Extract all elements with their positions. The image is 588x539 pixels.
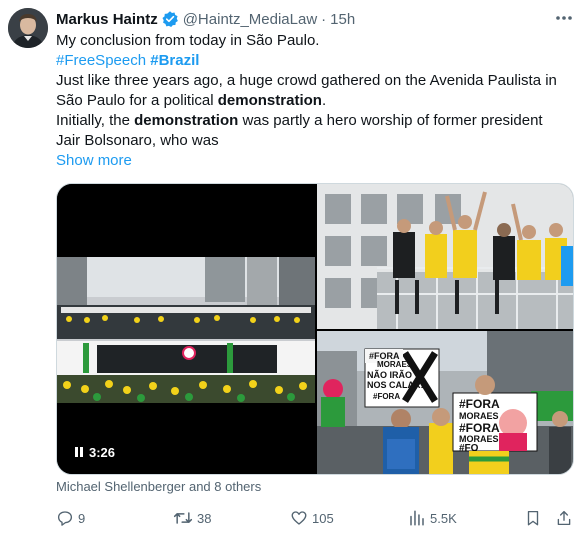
retweet-icon [173, 509, 193, 527]
hashtag-brazil[interactable]: #Brazil [150, 52, 199, 69]
views-button[interactable]: 5.5K [408, 507, 457, 529]
reply-button[interactable]: 9 [56, 507, 85, 529]
tweet-text: My conclusion from today in São Paulo. #… [56, 31, 576, 171]
timestamp[interactable]: 15h [330, 11, 355, 28]
media-grid: 3:26 #FORA MORAES NÃO IRÃO NOS CALAR! #F… [56, 183, 574, 475]
retweet-count: 38 [197, 510, 212, 526]
heart-icon [290, 509, 308, 527]
author-name[interactable]: Markus Haintz [56, 11, 158, 28]
separator-dot: · [321, 10, 327, 28]
like-count: 105 [312, 510, 334, 526]
sign-text: NÃO IRÃO [367, 370, 412, 380]
hashtag-line: #FreeSpeech #Brazil [56, 51, 576, 71]
duration-label: 3:26 [89, 444, 116, 460]
bold-keyword: demonstration [217, 92, 322, 109]
text-segment: . [321, 92, 327, 109]
sign-text: #FORA [459, 397, 500, 411]
photo-truck-stage[interactable] [317, 184, 573, 329]
views-count: 5.5K [430, 510, 457, 526]
tweet[interactable]: Markus Haintz @Haintz_MediaLaw · 15h My … [0, 0, 588, 539]
pause-icon[interactable] [75, 447, 83, 457]
retweet-button[interactable]: 38 [173, 507, 211, 529]
sign-text: #FORA [459, 421, 500, 435]
tagged-users[interactable]: Michael Shellenberger and 8 others [56, 478, 261, 496]
action-bar: 9 38 105 5.5K [56, 507, 578, 529]
text-line: São Paulo for a political demonstration. [56, 91, 576, 111]
text-line: Just like three years ago, a huge crowd … [56, 72, 557, 89]
sign-text: #FORA [373, 392, 400, 401]
more-horizontal-icon[interactable] [552, 8, 576, 28]
photo-protest-signs[interactable]: #FORA MORAES NÃO IRÃO NOS CALAR! #FORA #… [317, 331, 573, 474]
text-line: Jair Bolsonaro, who was [56, 132, 219, 149]
text-line: Initially, the demonstration was partly … [56, 111, 576, 131]
reply-icon [56, 509, 74, 527]
author-handle[interactable]: @Haintz_MediaLaw [183, 11, 317, 28]
text-segment: Initially, the [56, 112, 135, 129]
bookmark-button[interactable] [524, 507, 542, 529]
views-icon [408, 509, 426, 527]
like-button[interactable]: 105 [290, 507, 334, 529]
reply-count: 9 [78, 510, 86, 526]
text-line: My conclusion from today in São Paulo. [56, 32, 320, 49]
sign-text: MORAES [459, 411, 499, 421]
video-frame [57, 257, 315, 403]
share-icon [555, 509, 573, 527]
verified-badge-icon [161, 10, 179, 28]
video-player[interactable]: 3:26 [57, 184, 315, 474]
text-segment: São Paulo for a political [56, 92, 218, 109]
video-duration[interactable]: 3:26 [69, 442, 121, 462]
hashtag-freespeech[interactable]: #FreeSpeech [56, 52, 146, 69]
text-segment: was partly a hero worship of former pres… [238, 112, 543, 129]
sign-text: MORAES [377, 360, 413, 369]
share-button[interactable] [555, 507, 573, 529]
tweet-header: Markus Haintz @Haintz_MediaLaw · 15h [56, 9, 355, 29]
bold-keyword: demonstration [134, 112, 239, 129]
show-more-link[interactable]: Show more [56, 151, 576, 171]
bookmark-icon [524, 509, 542, 527]
sign-text: NOS CALAR! [367, 380, 424, 390]
avatar[interactable] [8, 8, 48, 48]
